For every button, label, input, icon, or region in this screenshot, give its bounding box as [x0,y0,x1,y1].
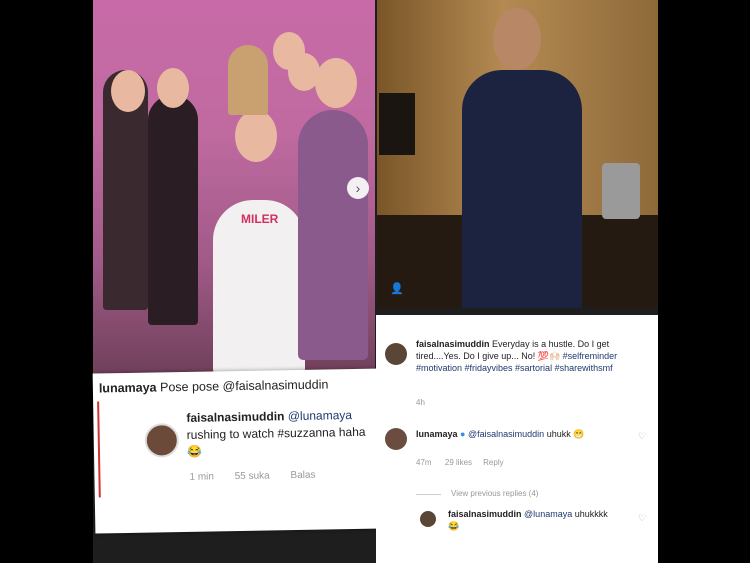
group-photo: MILER › [93,0,375,375]
caption: faisalnasimuddin Everyday is a hustle. D… [416,339,618,373]
avatar[interactable] [420,511,436,527]
comment2-text: uhukkkk [574,509,608,519]
comment1-time: 47m [416,458,432,467]
comment1-reply-button[interactable]: Reply [483,458,503,467]
reply-time: 1 min [189,471,214,483]
comment2-mention[interactable]: @lunamaya [524,509,572,519]
caption-time: 4h [416,398,425,407]
verified-badge-icon: ● [460,429,466,439]
reply-likes[interactable]: 55 suka [235,470,270,482]
comment1-meta: 47m 29 likes Reply [416,458,504,467]
reply-button[interactable]: Balas [290,470,315,481]
avatar[interactable] [144,423,180,458]
comment-text: Pose pose @faisalnasimuddin [159,377,329,395]
comment2-username[interactable]: faisalnasimuddin [448,509,522,519]
heart-icon[interactable]: ♡ [638,513,646,524]
view-replies-link[interactable]: View previous replies (4) [451,489,538,498]
heart-icon[interactable]: ♡ [638,431,646,442]
comment1-text: uhukk [546,429,571,439]
comment-username[interactable]: lunamaya [99,380,157,395]
caption-username[interactable]: faisalnasimuddin [416,339,490,349]
avatar[interactable] [385,343,407,365]
reply-meta: 1 min 55 suka Balas [189,469,333,483]
reply-text: rushing to watch #suzzanna haha [186,424,366,442]
comment-card-left: lunamaya Pose pose @faisalnasimuddin fai… [92,368,388,534]
user-tag-icon[interactable]: 👤 [390,282,404,295]
comment2: faisalnasimuddin @lunamaya uhukkkk 😂 [448,509,608,531]
portrait-photo [377,0,658,308]
comment1-likes[interactable]: 29 likes [445,458,472,467]
collage-canvas: MILER › 👤 lunamaya Pose pose @faisalnasi… [92,0,658,563]
thread-divider [97,401,101,498]
reply-username[interactable]: faisalnasimuddin [186,409,284,425]
comment1-mention[interactable]: @faisalnasimuddin [468,429,544,439]
tshirt-print: MILER [241,212,279,226]
comment-panel-right: faisalnasimuddin Everyday is a hustle. D… [376,315,658,563]
comment1: lunamaya ● @faisalnasimuddin uhukk 😁 [416,429,585,439]
comment1-username[interactable]: lunamaya [416,429,458,439]
reply-text-block: faisalnasimuddin @lunamaya rushing to wa… [186,408,366,459]
comment-line: lunamaya Pose pose @faisalnasimuddin [99,377,329,395]
chevron-right-icon[interactable]: › [347,177,369,199]
divider [416,494,441,495]
reply-mention[interactable]: @lunamaya [288,408,352,423]
avatar[interactable] [385,428,407,450]
